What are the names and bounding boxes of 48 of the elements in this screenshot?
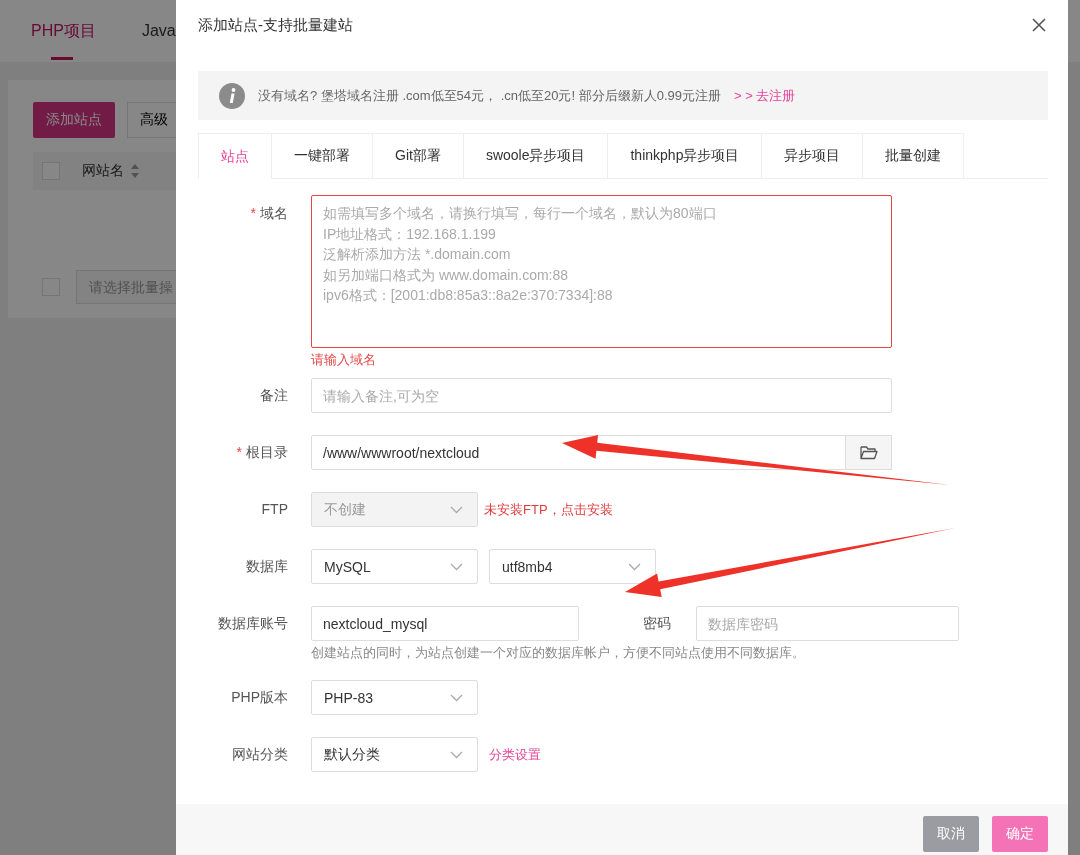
info-icon — [219, 82, 245, 109]
tab[interactable]: 站点 — [198, 133, 272, 179]
close-icon — [1032, 18, 1046, 32]
category-settings-link[interactable]: 分类设置 — [489, 745, 541, 764]
field-label: PHP版本 — [231, 689, 288, 705]
column-header[interactable]: 网站名 — [82, 162, 124, 180]
chevron-down-icon — [450, 750, 463, 759]
remark-field[interactable]: 请输入备注,可为空 — [311, 378, 892, 413]
dropdown[interactable]: PHP-83 — [311, 680, 478, 715]
account-field[interactable]: nextcloud_mysql — [311, 606, 579, 641]
tab[interactable]: Git部署 — [373, 133, 464, 178]
add-site-button[interactable]: 添加站点 — [33, 102, 115, 138]
error-message: 请输入域名 — [311, 351, 377, 369]
tab[interactable]: 一键部署 — [272, 133, 373, 178]
tab[interactable]: 异步项目 — [762, 133, 864, 178]
tab[interactable]: 批量创建 — [863, 133, 965, 178]
project-tab[interactable]: Java — [141, 0, 176, 62]
folder-icon — [859, 445, 878, 460]
field-label: FTP — [261, 501, 288, 517]
tab[interactable]: swoole异步项目 — [463, 133, 609, 178]
field-label: 数据库 — [246, 558, 288, 574]
required-mark: * — [236, 444, 242, 460]
project-tab[interactable]: PHP项目 — [31, 0, 96, 62]
path-field[interactable]: /www/wwwroot/nextcloud — [311, 435, 846, 470]
dropdown[interactable]: utf8mb4 — [489, 549, 656, 584]
dropdown[interactable]: 默认分类 — [311, 737, 478, 772]
required-mark: * — [250, 205, 256, 221]
register-link[interactable]: > > 去注册 — [734, 86, 796, 105]
chevron-down-icon — [628, 562, 641, 571]
field-label: 密码 — [643, 614, 672, 633]
notice-text: 没有域名? 堡塔域名注册 .com低至54元， .cn低至20元! 部分后缀新人0.99元注册 — [258, 86, 722, 105]
dropdown[interactable]: MySQL — [311, 549, 478, 584]
folder-button[interactable] — [846, 435, 892, 470]
dialog-title: 添加站点-支持批量建站 — [198, 15, 353, 35]
install-ftp-link[interactable]: 未安装FTP，点击安装 — [484, 500, 613, 519]
password-field[interactable]: 数据库密码 — [696, 606, 959, 641]
help-text: 创建站点的同时，为站点创建一个对应的数据库帐户，方便不同站点使用不同数据库。 — [311, 644, 806, 662]
tab[interactable]: thinkphp异步项目 — [608, 133, 763, 178]
field-label: 域名 — [260, 205, 288, 221]
chevron-down-icon — [450, 693, 463, 702]
field-label: 网站分类 — [232, 746, 288, 762]
chevron-down-icon — [450, 505, 463, 514]
chevron-down-icon — [450, 562, 463, 571]
field-label: 根目录 — [246, 444, 288, 460]
field-label: 数据库账号 — [218, 615, 288, 631]
domain-field[interactable]: 如需填写多个域名，请换行填写，每行一个域名，默认为80端口 IP地址格式：192.168.1.199 泛解析添加方法 *.domain.com 如另加端口格式为 www.domain.com:88 ipv6格式：[2001:db8:85a3::8a2e:370:7334]:88 — [311, 195, 892, 348]
field-label: 备注 — [260, 387, 288, 403]
sort-icon[interactable] — [130, 163, 140, 179]
